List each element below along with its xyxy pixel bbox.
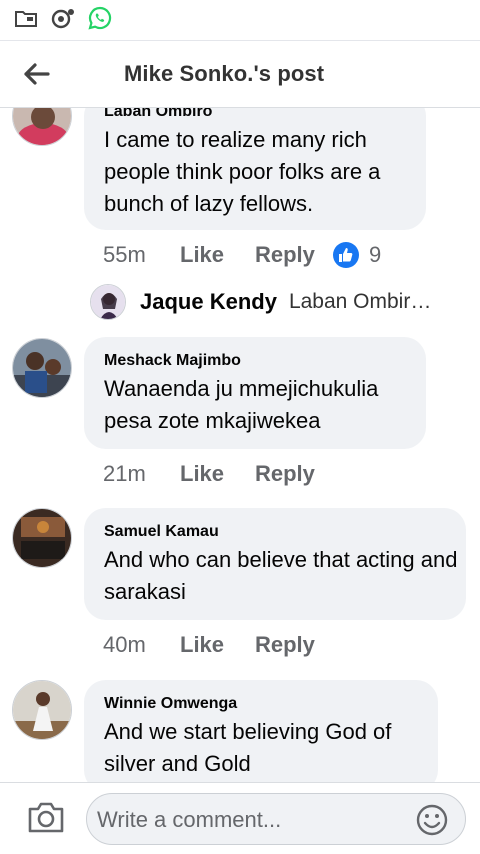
- page-title: Mike Sonko.'s post: [124, 61, 325, 86]
- back-arrow-icon: [24, 63, 50, 85]
- reply-preview[interactable]: Jaque Kendy Laban Ombir…: [90, 282, 470, 322]
- comment-placeholder: Write a comment...: [97, 807, 282, 832]
- back-button[interactable]: [18, 56, 54, 92]
- comment-avatar[interactable]: [12, 108, 72, 146]
- avatar-photo: [91, 285, 125, 319]
- camera-icon[interactable]: [26, 799, 66, 837]
- comment-text: And who can believe that acting and sara…: [104, 547, 458, 604]
- like-reaction-icon[interactable]: [333, 242, 359, 268]
- comment-author[interactable]: Meshack Majimbo: [104, 352, 241, 370]
- post-header: Mike Sonko.'s post: [0, 40, 480, 108]
- reply-button[interactable]: Reply: [255, 461, 333, 487]
- comment-bubble: Samuel Kamau And who can believe that ac…: [84, 508, 466, 620]
- game-icon: [51, 9, 74, 29]
- comment-time: 55m: [103, 242, 146, 267]
- comment-author[interactable]: Laban Ombiro: [104, 108, 212, 121]
- reply-avatar[interactable]: [90, 284, 126, 320]
- comment-time: 40m: [103, 632, 146, 657]
- comment-text: I came to realize many rich people think…: [104, 127, 381, 216]
- comment-actions: 55m Like Reply 9: [103, 240, 381, 270]
- comment-composer: Write a comment...: [0, 782, 480, 854]
- reply-button[interactable]: Reply: [255, 632, 333, 658]
- comment-time: 21m: [103, 461, 146, 486]
- comment-input[interactable]: Write a comment...: [86, 793, 466, 845]
- comment-author[interactable]: Winnie Omwenga: [104, 695, 237, 713]
- reply-snippet: Laban Ombir…: [288, 290, 432, 313]
- status-bar: [0, 0, 480, 40]
- whatsapp-icon: [88, 6, 112, 30]
- comment-author[interactable]: Samuel Kamau: [104, 523, 219, 541]
- comment-avatar[interactable]: [12, 508, 72, 568]
- avatar-photo: [13, 108, 71, 145]
- emoji-icon[interactable]: [415, 803, 449, 837]
- like-button[interactable]: Like: [180, 461, 255, 487]
- thumbs-up-icon: [339, 248, 353, 262]
- comment-avatar[interactable]: [12, 338, 72, 398]
- avatar-photo: [13, 509, 71, 567]
- comment-text: And we start believing God of silver and…: [104, 719, 392, 776]
- comment-bubble: Winnie Omwenga And we start believing Go…: [84, 680, 438, 782]
- avatar-photo: [13, 681, 71, 739]
- like-button[interactable]: Like: [180, 242, 255, 268]
- comment-actions: 21m Like Reply: [103, 459, 333, 489]
- comment-avatar[interactable]: [12, 680, 72, 740]
- comments-list: Laban Ombiro I came to realize many rich…: [0, 108, 480, 782]
- comment-bubble: Meshack Majimbo Wanaenda ju mmejichukuli…: [84, 337, 426, 449]
- reaction-count[interactable]: 9: [369, 242, 381, 268]
- reply-button[interactable]: Reply: [255, 242, 333, 268]
- app-screen: Mike Sonko.'s post Laban Ombiro I came t…: [0, 0, 480, 854]
- avatar-photo: [13, 339, 71, 397]
- like-button[interactable]: Like: [180, 632, 255, 658]
- folder-icon: [15, 11, 37, 27]
- comment-actions: 40m Like Reply: [103, 630, 333, 660]
- comment-text: Wanaenda ju mmejichukulia pesa zote mkaj…: [104, 376, 379, 433]
- comment-bubble: Laban Ombiro I came to realize many rich…: [84, 108, 426, 230]
- reply-author[interactable]: Jaque Kendy: [140, 289, 277, 315]
